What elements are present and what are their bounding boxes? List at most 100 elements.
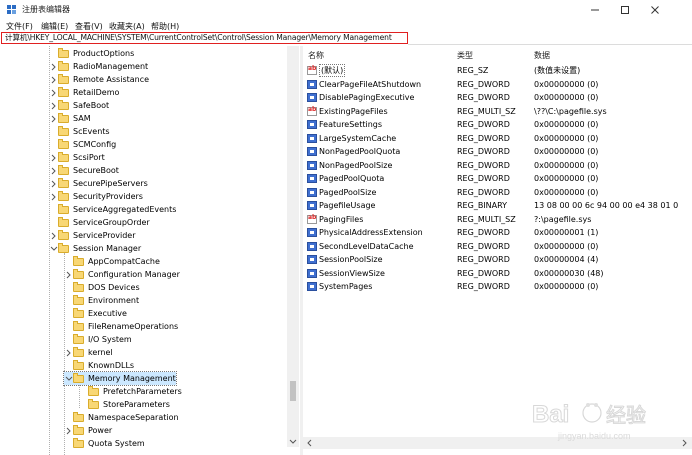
tree-item[interactable]: SCMConfig xyxy=(49,138,116,151)
chevron-right-icon[interactable] xyxy=(49,164,58,177)
value-row[interactable]: SessionViewSize REG_DWORD 0x00000030 (48) xyxy=(303,267,692,280)
tree-item[interactable]: AppCompatCache xyxy=(64,255,160,268)
tree-item[interactable]: SafeBoot xyxy=(49,99,109,112)
tree-item[interactable]: Executive xyxy=(64,307,127,320)
tree-item[interactable]: ServiceProvider xyxy=(49,229,136,242)
chevron-down-icon[interactable] xyxy=(49,242,58,255)
value-row[interactable]: SecondLevelDataCache REG_DWORD 0x00000000 … xyxy=(303,240,692,253)
chevron-right-icon[interactable] xyxy=(49,99,58,112)
value-row[interactable]: PagingFiles REG_MULTI_SZ ?:\pagefile.sys xyxy=(303,213,692,226)
tree-item[interactable]: RadioManagement xyxy=(49,60,148,73)
minimize-button[interactable] xyxy=(582,1,608,18)
chevron-right-icon[interactable] xyxy=(49,86,58,99)
chevron-right-icon[interactable] xyxy=(49,60,58,73)
tree-item[interactable]: Quota System xyxy=(64,437,145,450)
value-row[interactable]: FeatureSettings REG_DWORD 0x00000000 (0) xyxy=(303,118,692,131)
tree-item[interactable]: FileRenameOperations xyxy=(64,320,178,333)
tree-item[interactable]: Session Manager xyxy=(49,242,141,255)
tree-item[interactable]: I/O System xyxy=(64,333,132,346)
binary-value-icon xyxy=(307,241,317,251)
folder-icon xyxy=(88,385,99,396)
folder-icon xyxy=(88,398,99,409)
tree-item[interactable]: SecurityProviders xyxy=(49,190,143,203)
tree-item[interactable]: Environment xyxy=(64,294,139,307)
chevron-right-icon[interactable] xyxy=(64,268,73,281)
chevron-right-icon[interactable] xyxy=(64,424,73,437)
value-row[interactable]: SessionPoolSize REG_DWORD 0x00000004 (4) xyxy=(303,253,692,266)
tree-item[interactable]: Power xyxy=(64,424,112,437)
menu-favorites[interactable]: 收藏夹(A) xyxy=(109,21,145,32)
tree-item[interactable]: Memory Management xyxy=(63,371,177,386)
column-header-data[interactable]: 数据 xyxy=(534,50,550,61)
tree-item[interactable]: SecurePipeServers xyxy=(49,177,148,190)
value-row[interactable]: ClearPageFileAtShutdown REG_DWORD 0x000000… xyxy=(303,78,692,91)
value-type: REG_DWORD xyxy=(457,241,510,251)
folder-icon xyxy=(73,294,84,305)
tree-item[interactable]: Configuration Manager xyxy=(64,268,180,281)
chevron-down-icon[interactable] xyxy=(64,372,73,385)
tree-item[interactable]: ScEvents xyxy=(49,125,110,138)
value-row[interactable]: PagedPoolQuota REG_DWORD 0x00000000 (0) xyxy=(303,172,692,185)
column-header-type[interactable]: 类型 xyxy=(457,50,473,61)
tree-item[interactable]: PrefetchParameters xyxy=(79,385,182,398)
tree-item[interactable]: kernel xyxy=(64,346,113,359)
value-row[interactable]: PagefileUsage REG_BINARY 13 08 00 00 6c 94… xyxy=(303,199,692,212)
value-row[interactable]: SystemPages REG_DWORD 0x00000000 (0) xyxy=(303,280,692,293)
tree-scroll-thumb[interactable] xyxy=(290,381,296,401)
tree-item[interactable]: ProductOptions xyxy=(49,47,134,60)
tree-item[interactable]: NamespaceSeparation xyxy=(64,411,179,424)
value-row[interactable]: NonPagedPoolSize REG_DWORD 0x00000000 (0) xyxy=(303,159,692,172)
menu-file[interactable]: 文件(F) xyxy=(6,21,33,32)
chevron-right-icon[interactable] xyxy=(49,73,58,86)
folder-icon xyxy=(73,268,84,279)
tree-item[interactable]: StoreParameters xyxy=(79,398,170,411)
tree-item[interactable]: Remote Assistance xyxy=(49,73,149,86)
tree-item[interactable]: SecureBoot xyxy=(49,164,119,177)
menu-edit[interactable]: 编辑(E) xyxy=(41,21,68,32)
tree-item[interactable]: KnownDLLs xyxy=(64,359,134,372)
value-type: REG_DWORD xyxy=(457,79,510,89)
tree-item[interactable]: DOS Devices xyxy=(64,281,140,294)
address-bar[interactable]: 计算机\HKEY_LOCAL_MACHINE\SYSTEM\CurrentCon… xyxy=(1,32,408,44)
value-name-cell: PagedPoolSize xyxy=(307,187,376,197)
tree-item-label: AppCompatCache xyxy=(88,257,160,266)
string-value-icon xyxy=(307,214,317,224)
folder-icon xyxy=(73,346,84,357)
tree-item[interactable]: SAM xyxy=(49,112,91,125)
chevron-right-icon[interactable] xyxy=(680,439,688,447)
chevron-right-icon[interactable] xyxy=(49,112,58,125)
chevron-right-icon[interactable] xyxy=(49,151,58,164)
menu-view[interactable]: 查看(V) xyxy=(75,21,103,32)
value-row[interactable]: LargeSystemCache REG_DWORD 0x00000000 (0) xyxy=(303,132,692,145)
value-data: 0x00000004 (4) xyxy=(534,255,599,264)
chevron-right-icon[interactable] xyxy=(64,346,73,359)
column-header-name[interactable]: 名称 xyxy=(308,50,324,61)
folder-icon xyxy=(73,411,84,422)
value-row[interactable]: (默认) REG_SZ (数值未设置) xyxy=(303,64,692,77)
value-row[interactable]: PhysicalAddressExtension REG_DWORD 0x00000… xyxy=(303,226,692,239)
tree-item[interactable]: RetailDemo xyxy=(49,86,119,99)
value-row[interactable]: ExistingPageFiles REG_MULTI_SZ \??\C:\page… xyxy=(303,105,692,118)
value-row[interactable]: PagedPoolSize REG_DWORD 0x00000000 (0) xyxy=(303,186,692,199)
close-button[interactable] xyxy=(642,1,668,18)
tree-item[interactable]: ScsiPort xyxy=(49,151,105,164)
value-row[interactable]: NonPagedPoolQuota REG_DWORD 0x00000000 (0) xyxy=(303,145,692,158)
chevron-left-icon[interactable] xyxy=(306,439,314,447)
tree-item[interactable]: ServiceGroupOrder xyxy=(49,216,150,229)
value-name: PagingFiles xyxy=(319,214,364,224)
tree-scroll-down-button[interactable] xyxy=(287,437,299,447)
tree-item[interactable]: ServiceAggregatedEvents xyxy=(49,203,176,216)
chevron-right-icon[interactable] xyxy=(49,190,58,203)
folder-icon xyxy=(58,177,69,188)
chevron-right-icon[interactable] xyxy=(49,177,58,190)
value-name-cell: PagefileUsage xyxy=(307,201,375,210)
value-name-cell: ClearPageFileAtShutdown xyxy=(307,79,421,89)
folder-icon xyxy=(58,125,69,136)
maximize-button[interactable] xyxy=(612,1,638,18)
menu-help[interactable]: 帮助(H) xyxy=(151,21,179,32)
value-row[interactable]: DisablePagingExecutive REG_DWORD 0x0000000… xyxy=(303,91,692,104)
chevron-right-icon[interactable] xyxy=(49,229,58,242)
